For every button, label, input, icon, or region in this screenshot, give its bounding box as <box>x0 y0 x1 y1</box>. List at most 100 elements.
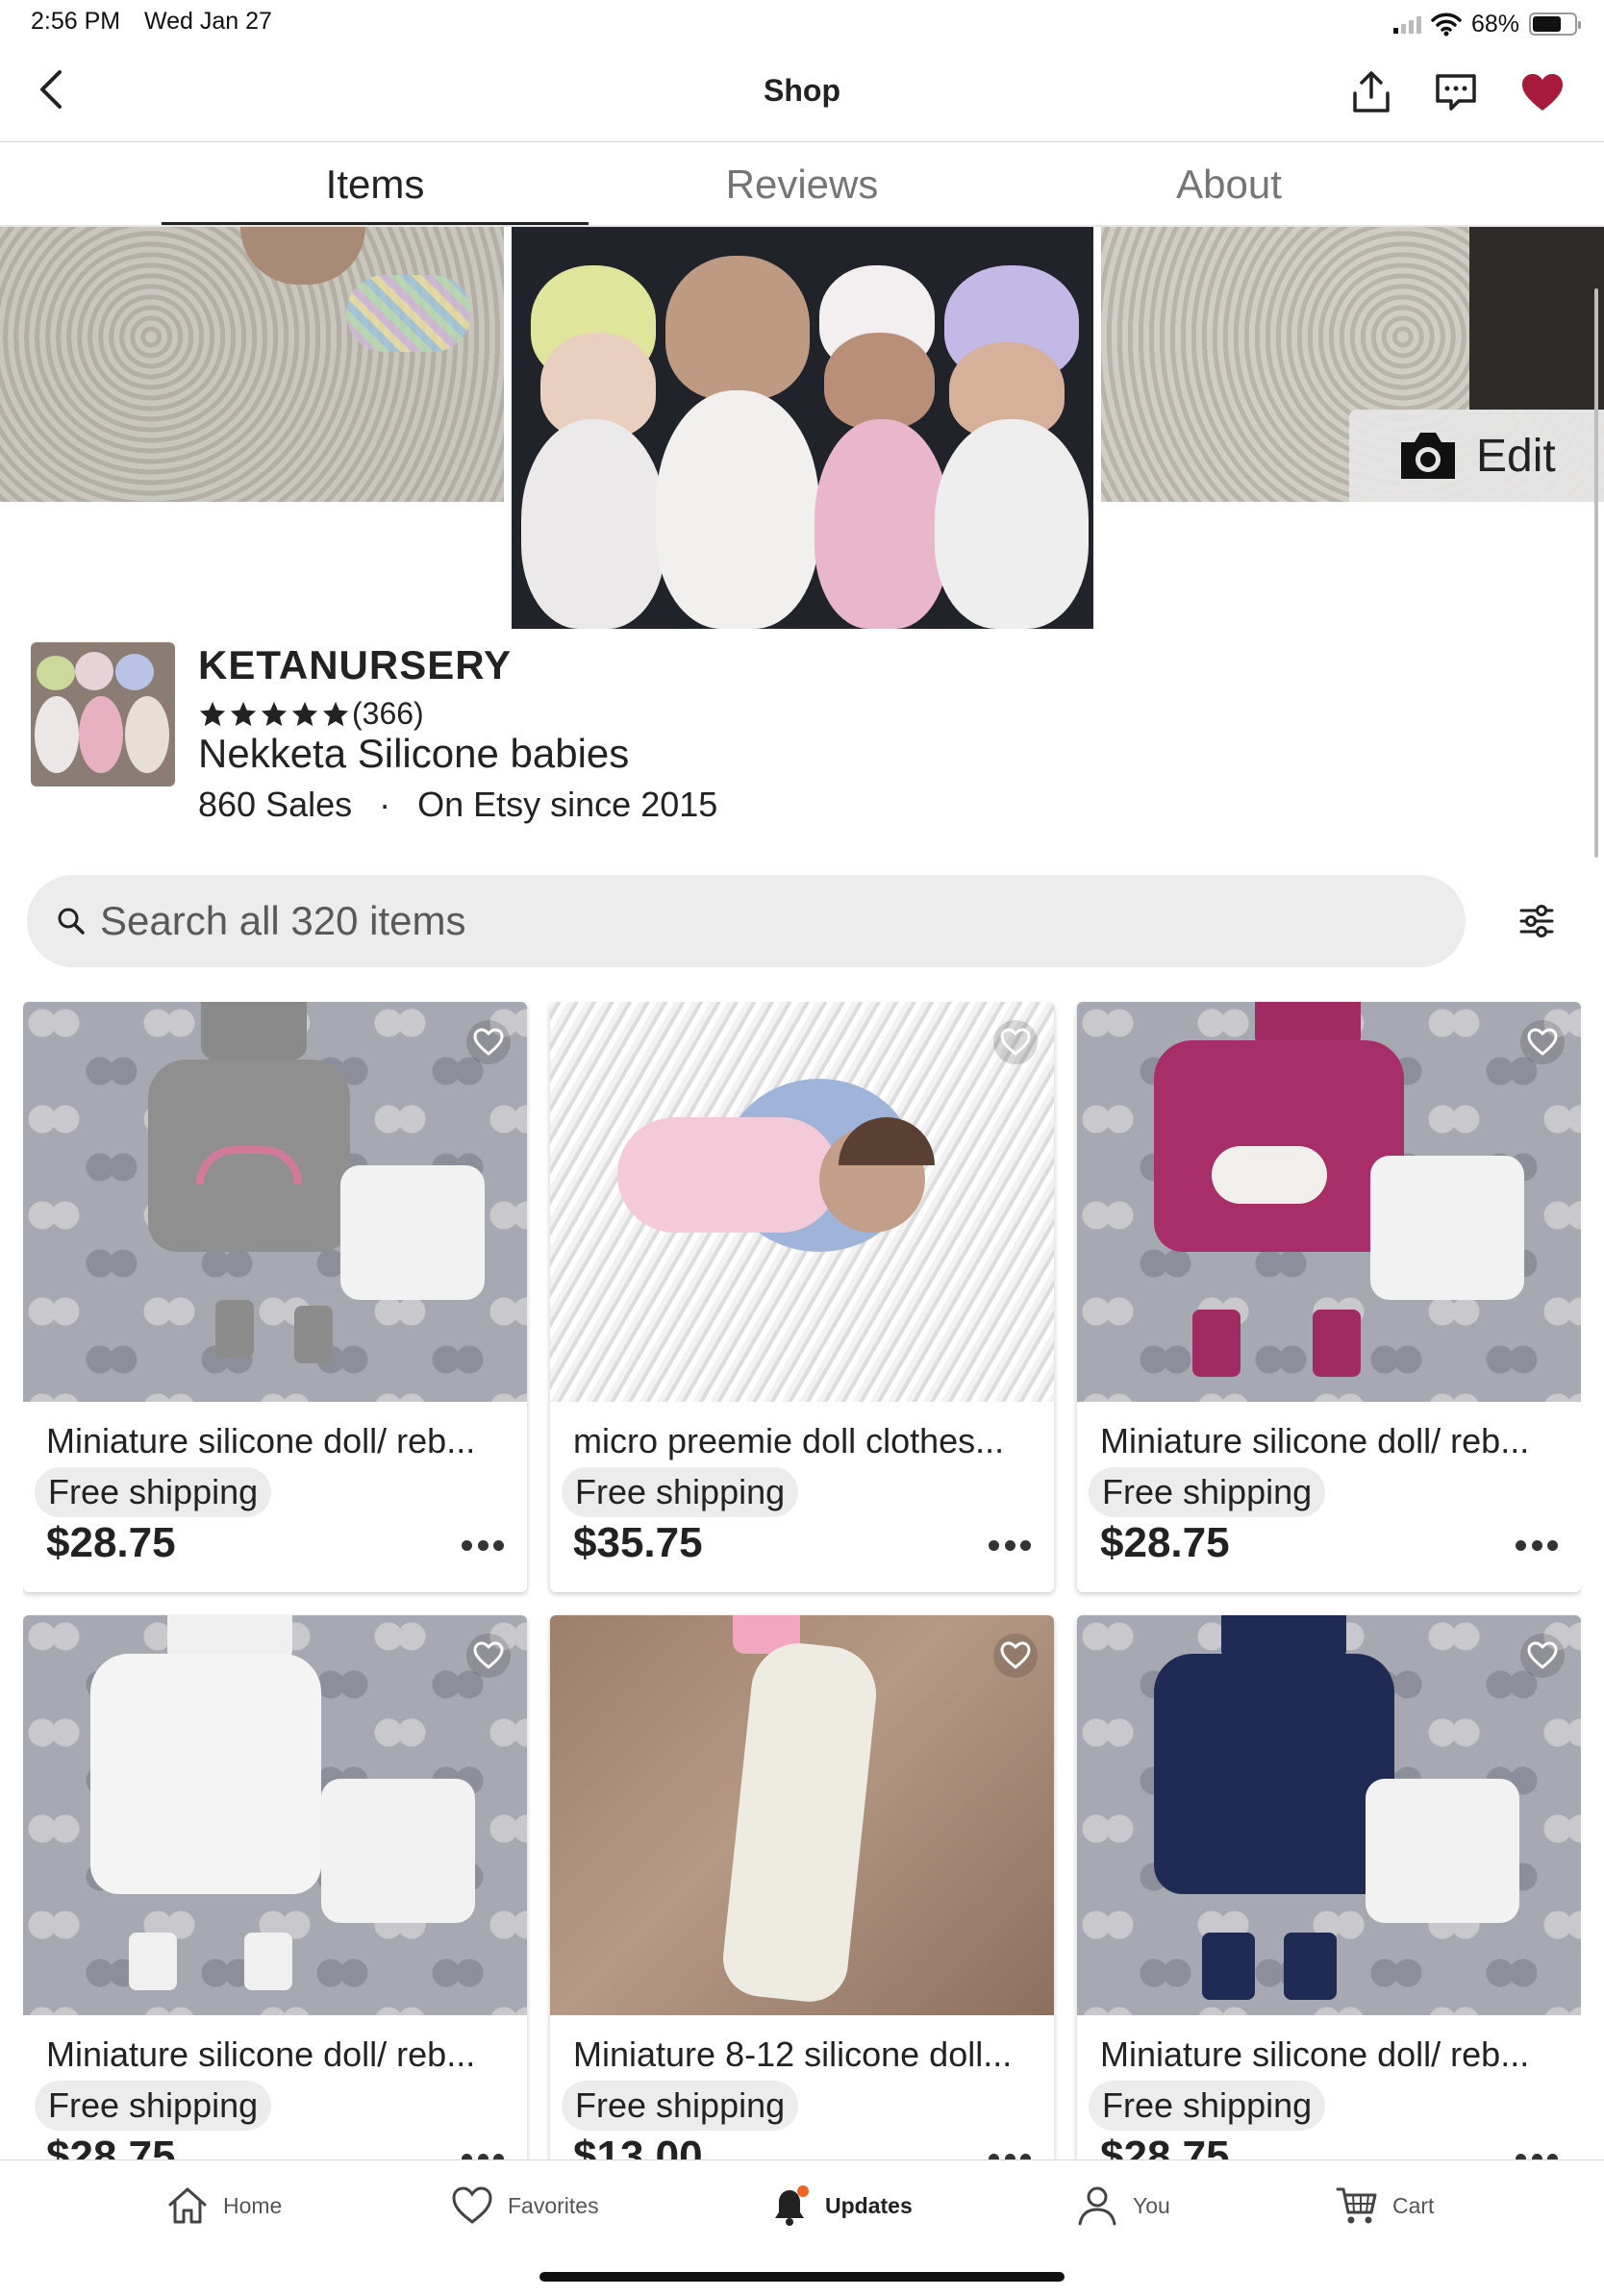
shop-rating[interactable]: (366) <box>198 696 424 732</box>
message-button[interactable] <box>1429 65 1483 119</box>
listing-title: Miniature silicone doll/ reb... <box>46 2034 476 2074</box>
shop-tagline: Nekketa Silicone babies <box>198 731 630 776</box>
tab-you[interactable]: You <box>1075 2184 1170 2228</box>
listing-title: micro preemie doll clothes... <box>573 1421 1005 1460</box>
cart-icon <box>1336 2187 1377 2224</box>
more-options-icon[interactable] <box>1516 1540 1558 1552</box>
free-shipping-badge: Free shipping <box>35 2081 272 2131</box>
listing-photo <box>1077 1002 1581 1402</box>
shop-tabs: Items Reviews About <box>0 142 1604 227</box>
listing-photo <box>23 1002 527 1402</box>
listing-card[interactable]: Miniature 8-12 silicone doll... Free shi… <box>550 1615 1054 2159</box>
message-icon <box>1436 74 1476 111</box>
shop-meta: 860 Sales · On Etsy since 2015 <box>198 785 717 825</box>
listing-photo <box>550 1615 1054 2015</box>
tab-cart-label: Cart <box>1392 2192 1435 2218</box>
search-placeholder: Search all 320 items <box>100 898 466 943</box>
free-shipping-badge: Free shipping <box>562 1467 799 1517</box>
star-icon <box>199 701 226 726</box>
home-icon <box>168 2187 207 2224</box>
tab-home-label: Home <box>223 2192 283 2218</box>
share-icon <box>1353 71 1390 112</box>
favorite-heart-icon[interactable] <box>465 1633 512 1679</box>
status-bar: 2:56 PM Wed Jan 27 68% <box>0 0 1604 48</box>
banner-image-center <box>512 227 1093 629</box>
listing-price: $35.75 <box>573 1519 703 1566</box>
person-icon <box>1078 2186 1116 2226</box>
status-date: Wed Jan 27 <box>144 8 272 35</box>
wifi-icon <box>1431 12 1462 37</box>
free-shipping-badge: Free shipping <box>1089 1467 1326 1517</box>
listing-title: Miniature 8-12 silicone doll... <box>573 2034 1013 2074</box>
scrollbar[interactable] <box>1594 288 1598 858</box>
listing-card[interactable]: Miniature silicone doll/ reb... Free shi… <box>23 1002 527 1592</box>
camera-icon <box>1401 433 1455 479</box>
listing-card[interactable]: Miniature silicone doll/ reb... Free shi… <box>1077 1615 1581 2159</box>
listing-price: $28.75 <box>1100 2133 1230 2159</box>
banner-image-left <box>0 227 504 502</box>
cellular-signal-icon <box>1392 14 1421 34</box>
listing-photo <box>1077 1615 1581 2015</box>
star-icon <box>230 701 257 726</box>
favorite-heart-icon[interactable] <box>1519 1019 1566 1065</box>
shop-name[interactable]: KETANURSERY <box>198 642 512 688</box>
favorite-heart-icon[interactable] <box>1519 1633 1566 1679</box>
member-since: On Etsy since 2015 <box>417 785 718 824</box>
listing-card[interactable]: Miniature silicone doll/ reb... Free shi… <box>1077 1002 1581 1592</box>
favorite-heart-icon[interactable] <box>992 1633 1039 1679</box>
sales-count: 860 Sales <box>198 785 353 824</box>
tab-home[interactable]: Home <box>165 2184 282 2228</box>
listing-card[interactable]: Miniature silicone doll/ reb... Free shi… <box>23 1615 527 2159</box>
home-indicator[interactable] <box>539 2272 1065 2282</box>
tab-about[interactable]: About <box>1015 142 1442 227</box>
favorite-heart-icon[interactable] <box>992 1019 1039 1065</box>
shop-avatar[interactable] <box>31 642 175 786</box>
tab-items[interactable]: Items <box>162 142 589 227</box>
tab-favorites[interactable]: Favorites <box>450 2184 599 2228</box>
listing-price: $28.75 <box>1100 1519 1230 1566</box>
tab-updates-label: Updates <box>825 2192 913 2218</box>
battery-icon <box>1529 12 1581 36</box>
status-indicators: 68% <box>1392 8 1581 40</box>
star-rating <box>198 700 350 729</box>
tab-cart[interactable]: Cart <box>1335 2184 1434 2228</box>
more-options-icon[interactable] <box>989 1540 1031 1552</box>
star-icon <box>291 701 318 726</box>
favorite-heart-icon[interactable] <box>465 1019 512 1065</box>
filter-sliders-icon <box>1519 905 1554 937</box>
free-shipping-badge: Free shipping <box>562 2081 799 2131</box>
bell-icon <box>775 2185 809 2226</box>
status-time: 2:56 PM <box>31 8 121 35</box>
listing-grid: Miniature silicone doll/ reb... Free shi… <box>23 1002 1581 2159</box>
listing-price: $28.75 <box>46 2133 176 2159</box>
heart-filled-icon <box>1522 74 1563 111</box>
listing-price: $28.75 <box>46 1519 176 1566</box>
free-shipping-badge: Free shipping <box>35 1467 272 1517</box>
review-count: (366) <box>352 696 424 731</box>
listing-title: Miniature silicone doll/ reb... <box>1100 2034 1530 2074</box>
share-button[interactable] <box>1344 65 1398 119</box>
tab-updates[interactable]: Updates <box>767 2184 913 2228</box>
tab-reviews[interactable]: Reviews <box>589 142 1015 227</box>
star-icon <box>261 701 288 726</box>
search-icon <box>58 908 85 935</box>
battery-percent: 68% <box>1470 10 1519 37</box>
edit-label: Edit <box>1476 430 1556 482</box>
listing-photo <box>550 1002 1054 1402</box>
edit-banner-button[interactable]: Edit <box>1349 410 1604 502</box>
star-icon <box>322 701 349 726</box>
tab-favorites-label: Favorites <box>508 2192 599 2218</box>
heart-icon <box>452 2186 492 2224</box>
listing-card[interactable]: micro preemie doll clothes... Free shipp… <box>550 1002 1054 1592</box>
filter-button[interactable] <box>1510 894 1564 948</box>
free-shipping-badge: Free shipping <box>1089 2081 1326 2131</box>
tab-you-label: You <box>1133 2192 1170 2218</box>
more-options-icon[interactable] <box>462 1540 504 1552</box>
shop-search-input[interactable]: Search all 320 items <box>27 875 1466 967</box>
listing-price: $13.00 <box>573 2133 703 2159</box>
listing-photo <box>23 1615 527 2015</box>
listing-title: Miniature silicone doll/ reb... <box>1100 1421 1530 1460</box>
favorite-shop-button[interactable] <box>1516 65 1569 119</box>
meta-separator: · <box>379 785 391 824</box>
navigation-bar: Shop <box>0 48 1604 142</box>
